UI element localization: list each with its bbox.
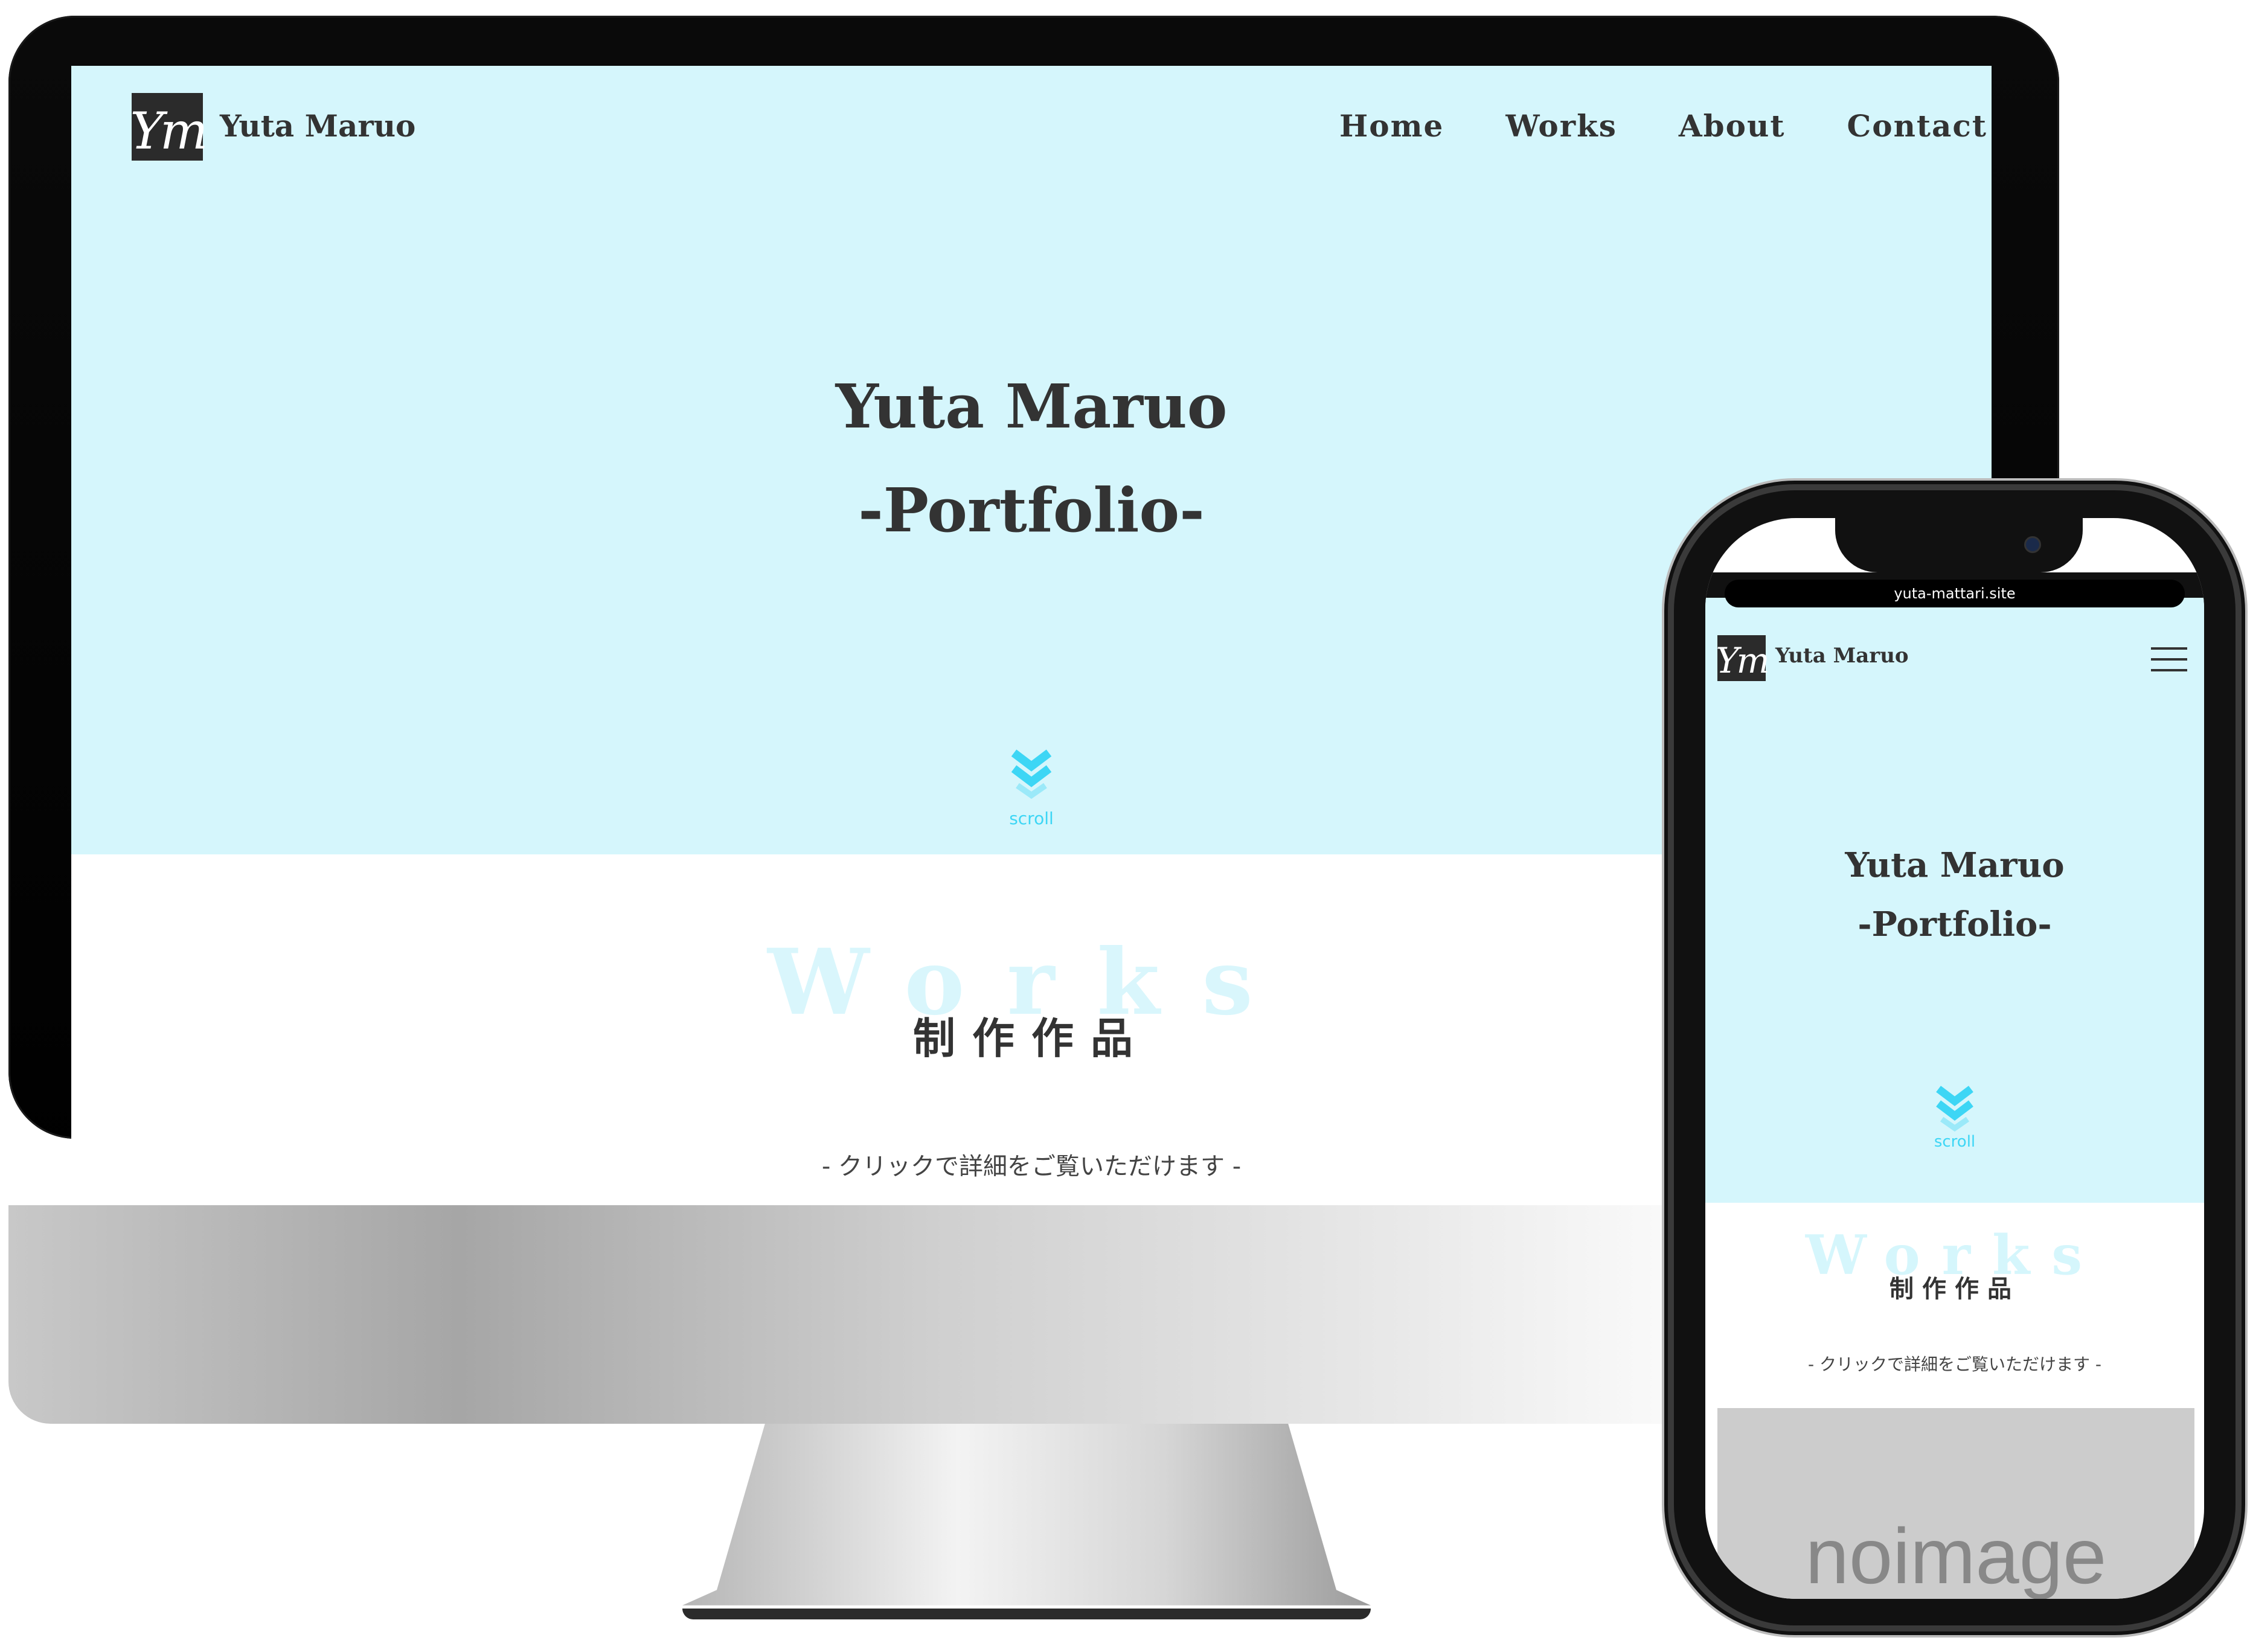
nav-about[interactable]: About: [1679, 108, 1786, 144]
phone-power-button: [2237, 725, 2243, 845]
nav-contact[interactable]: Contact: [1847, 108, 1987, 144]
main-nav: Home Works About Contact: [1339, 108, 1987, 144]
nav-works[interactable]: Works: [1505, 108, 1617, 144]
work-thumbnail[interactable]: noimage: [1717, 1408, 2194, 1599]
logo-text: Ym: [1716, 640, 1769, 681]
works-subtitle: - クリックで詳細をご覧いただけます -: [1807, 1354, 2101, 1374]
url-bar[interactable]: yuta-mattari.site: [1725, 580, 2185, 607]
chevron-double-down-icon[interactable]: [1935, 1084, 1975, 1132]
monitor-stand: [682, 1424, 1371, 1606]
works-heading: 制作作品: [1889, 1275, 2020, 1303]
nav-home[interactable]: Home: [1339, 108, 1444, 144]
phone-notch: [1835, 518, 2083, 572]
logo-text: Ym: [130, 101, 208, 161]
phone-frame: Ym Yuta Maruo Yuta Maruo -Portfolio- scr…: [1674, 490, 2236, 1625]
hero-subtitle: -Portfolio-: [1857, 904, 2052, 944]
site-brand[interactable]: Yuta Maruo: [1775, 644, 1909, 668]
phone-volume-down: [1667, 797, 1673, 876]
phone-volume-up: [1667, 700, 1673, 779]
site-brand[interactable]: Yuta Maruo: [220, 108, 415, 144]
scroll-label[interactable]: scroll: [1705, 1133, 2204, 1151]
monitor-stand-base: [682, 1609, 1371, 1619]
hero-title: Yuta Maruo: [835, 371, 1228, 442]
phone-hero-section: Ym Yuta Maruo Yuta Maruo -Portfolio- scr…: [1705, 598, 2204, 1203]
logo-icon[interactable]: Ym: [130, 93, 208, 161]
logo-icon[interactable]: Ym: [1716, 635, 1770, 681]
hero-title: Yuta Maruo: [1845, 845, 2065, 885]
hamburger-menu-icon[interactable]: [2151, 647, 2187, 680]
camera-icon: [2024, 536, 2041, 553]
phone-screen: Ym Yuta Maruo Yuta Maruo -Portfolio- scr…: [1705, 518, 2204, 1599]
placeholder-image-text: noimage: [1805, 1512, 2107, 1599]
chevron-double-down-icon[interactable]: [1010, 748, 1053, 799]
phone-mute-switch: [1667, 628, 1673, 664]
